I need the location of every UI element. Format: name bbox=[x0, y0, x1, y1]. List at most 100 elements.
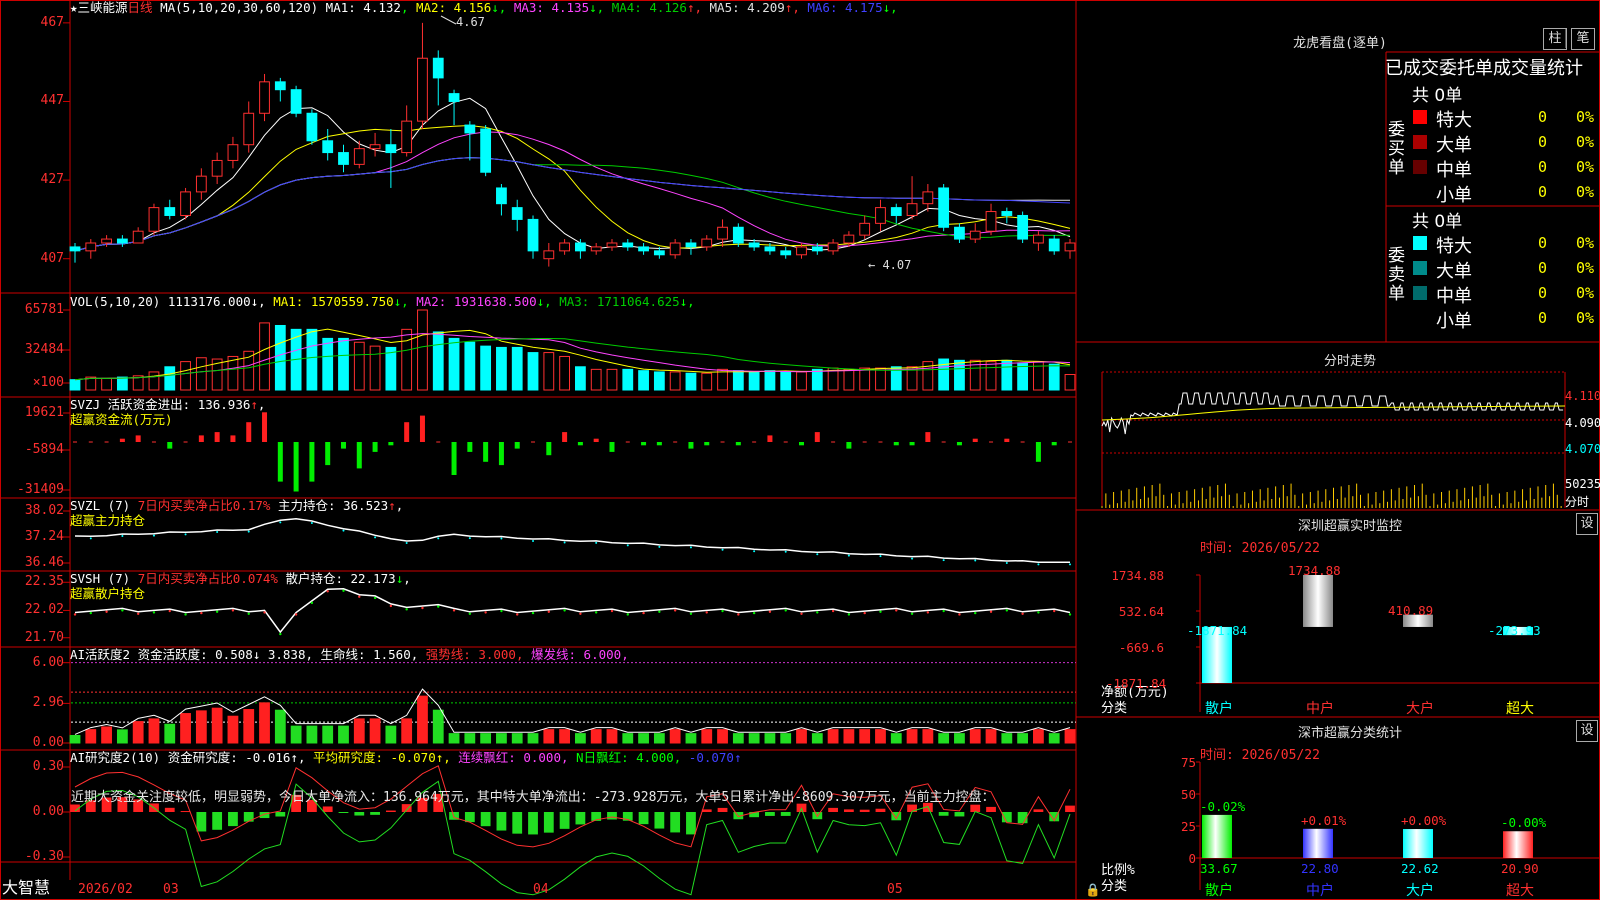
vol-legend-dir: ↓, bbox=[536, 294, 560, 309]
stats-value-label: 22.62 bbox=[1401, 861, 1439, 876]
kline-ytick: 407 bbox=[40, 250, 64, 266]
activity-bar bbox=[401, 718, 413, 744]
candle bbox=[116, 238, 128, 244]
flow-bar bbox=[419, 415, 425, 442]
ai-active-title: AI活跃度2 bbox=[70, 647, 131, 662]
svsh-dot bbox=[231, 609, 235, 612]
candle bbox=[922, 191, 934, 205]
vol-ytick: 65781 bbox=[24, 302, 64, 317]
svzl-dot bbox=[626, 544, 629, 547]
svzl-ytick: 36.46 bbox=[24, 555, 64, 570]
vol-value: 1113176.000 bbox=[167, 294, 251, 309]
buy-side-label: 委买单 bbox=[1388, 120, 1405, 178]
svzj-label: 活跃资金进出: bbox=[107, 397, 191, 412]
volume-bar bbox=[685, 372, 697, 391]
volume-bar bbox=[811, 368, 823, 391]
activity-bar bbox=[685, 733, 697, 744]
period-label[interactable]: 日线 bbox=[128, 0, 153, 15]
monitor-bar-label: 410.89 bbox=[1388, 602, 1434, 618]
ma-line-2 bbox=[74, 124, 1071, 252]
activity-bar bbox=[543, 729, 555, 744]
lock-icon[interactable]: 🔒 bbox=[1085, 882, 1101, 898]
volume-bar bbox=[464, 341, 476, 391]
svzl-dot bbox=[974, 559, 977, 562]
svzj-ytick: -5894 bbox=[24, 442, 64, 457]
svsh-title: SVSH (7) bbox=[70, 571, 131, 586]
buy-color-swatch bbox=[1413, 185, 1427, 199]
svzl-text: 7日内买卖净占比0.17% bbox=[137, 498, 271, 513]
stats-time: 时间: 2026/05/22 bbox=[1200, 748, 1320, 763]
candle bbox=[590, 246, 602, 252]
candle bbox=[717, 226, 728, 240]
sell-row-label: 小单 bbox=[1436, 311, 1472, 332]
research-bar bbox=[986, 806, 996, 812]
ai-research-ytick: 0.00 bbox=[32, 804, 64, 819]
ma-legend-dir: ↓, bbox=[882, 0, 898, 15]
svsh-ytick: 22.02 bbox=[24, 602, 64, 618]
volume-bar bbox=[748, 371, 760, 391]
svzj-ytick: -31409 bbox=[17, 482, 64, 497]
candle bbox=[259, 81, 270, 114]
bar-view-button[interactable]: 柱 bbox=[1543, 28, 1567, 50]
research-bar bbox=[464, 812, 475, 823]
svzl-dot bbox=[911, 557, 914, 560]
svsh-dot bbox=[989, 610, 993, 613]
research-bar bbox=[354, 812, 365, 816]
flow-bar bbox=[246, 422, 252, 442]
svsh-text: 7日内买卖净占比0.074% bbox=[137, 571, 278, 586]
monitor-settings-button[interactable]: 设 bbox=[1576, 513, 1598, 535]
svsh-dot bbox=[926, 611, 930, 614]
volume-bar bbox=[306, 328, 318, 391]
research-bar bbox=[686, 812, 696, 835]
svsh-dot bbox=[168, 609, 171, 613]
volume-bar bbox=[448, 337, 460, 391]
activity-bar bbox=[274, 709, 286, 744]
volume-bar bbox=[764, 370, 776, 391]
flow-bar bbox=[135, 435, 141, 442]
volume-bar bbox=[590, 368, 602, 391]
x-label-feb: 2026/02 bbox=[78, 882, 133, 897]
activity-bar bbox=[938, 733, 950, 744]
activity-bar bbox=[227, 715, 239, 744]
stats-settings-button[interactable]: 设 bbox=[1576, 720, 1598, 742]
flow-bar bbox=[356, 442, 362, 469]
candle bbox=[669, 242, 681, 256]
svsh-dot bbox=[594, 611, 598, 614]
flow-bar bbox=[467, 442, 473, 452]
candle bbox=[811, 246, 823, 252]
flow-bar bbox=[1051, 442, 1057, 446]
monitor-ytick: -1871.84 bbox=[1106, 676, 1167, 691]
svsh-dot bbox=[452, 609, 456, 612]
vol-ma-line bbox=[74, 333, 1071, 381]
candle bbox=[306, 112, 318, 142]
vol-title: VOL(5,10,20) bbox=[70, 294, 161, 309]
svsh-dot bbox=[121, 609, 124, 612]
activity-bar bbox=[922, 729, 934, 744]
flow-bar bbox=[388, 442, 394, 446]
volume-bar bbox=[527, 352, 539, 391]
candle bbox=[148, 207, 160, 232]
volume-bar bbox=[859, 367, 871, 391]
ma-legend-dir: ↑, bbox=[784, 0, 808, 15]
ai-active-item: 强势线: 3.000, bbox=[418, 647, 524, 662]
retail-position-line bbox=[74, 588, 1071, 634]
svzl-title: SVZL (7) bbox=[70, 498, 131, 513]
svsh-dot bbox=[405, 608, 408, 611]
activity-bar bbox=[748, 733, 760, 744]
volume-bar bbox=[780, 371, 792, 391]
svsh-dot bbox=[800, 612, 803, 615]
svsh-dot bbox=[468, 612, 472, 615]
ai-note: 近期大资金关注度较低，明显弱势，今日大单净流入：136.964万元，其中特大单净… bbox=[71, 790, 995, 805]
svsh-label: 散户持仓: bbox=[285, 571, 343, 586]
dragon-tabs[interactable]: 已成交委托单成交量统计 bbox=[1385, 54, 1583, 80]
activity-bar bbox=[511, 733, 523, 744]
candle bbox=[353, 148, 365, 165]
flow-bar bbox=[767, 435, 773, 442]
svsh-dot bbox=[642, 611, 645, 615]
tick-view-button[interactable]: 笔 bbox=[1571, 28, 1595, 50]
ai-active-ytick: 6.00 bbox=[32, 654, 64, 670]
volume-bar bbox=[369, 345, 381, 391]
svzl-dot bbox=[816, 553, 819, 556]
flow-bar bbox=[514, 442, 520, 449]
flow-bar bbox=[451, 442, 457, 475]
